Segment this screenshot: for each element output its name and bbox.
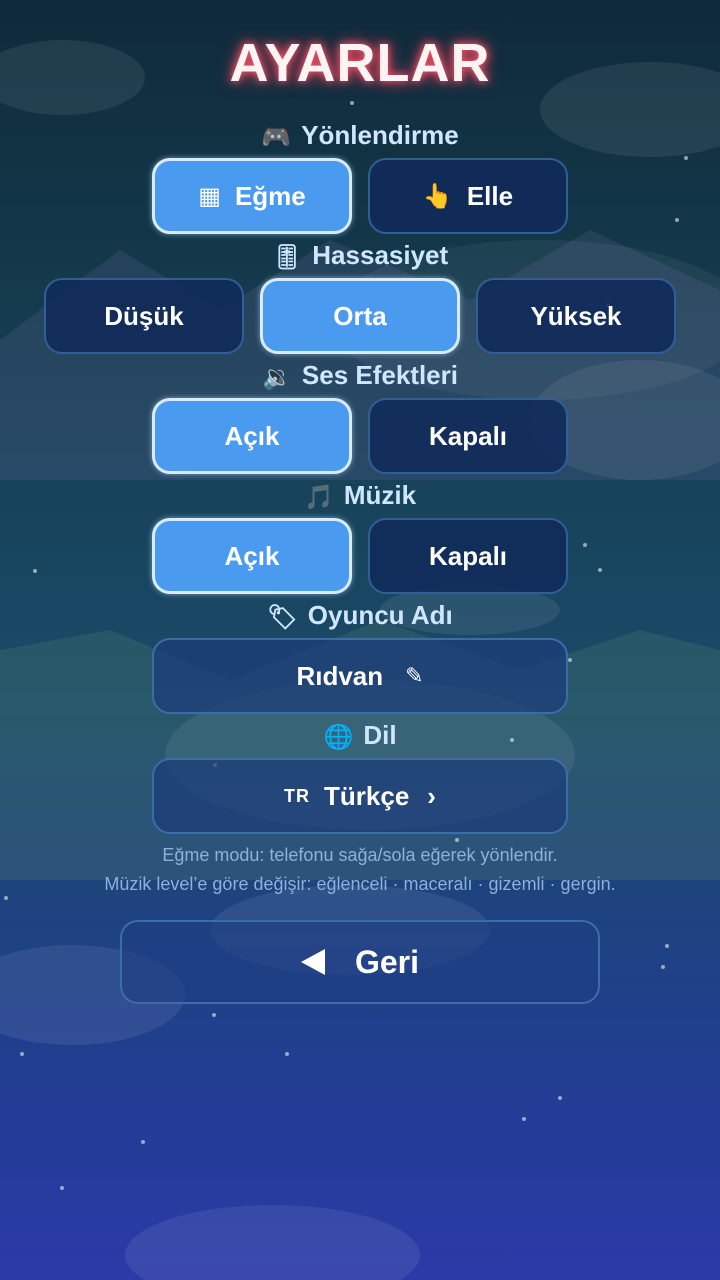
back-arrow-icon <box>300 949 325 975</box>
globe-icon: 🌐 <box>323 723 354 751</box>
gamepad-icon: 🎮 <box>261 123 292 151</box>
player-name-label: 🏷 Oyuncu Adı <box>267 600 453 631</box>
music-label: 🎵 Müzik <box>303 480 417 511</box>
sound-on-button[interactable]: Açık <box>152 398 352 474</box>
music-hint: Müzik level’e göre değişir: eğlenceli · … <box>104 874 616 894</box>
language-value: Türkçe <box>324 780 410 811</box>
slider-icon: 🎚 <box>271 243 303 271</box>
sensitivity-high-button[interactable]: Yüksek <box>476 278 676 354</box>
player-name-value: Rıdvan <box>296 660 384 691</box>
music-off-button[interactable]: Kapalı <box>368 518 568 594</box>
player-name-field[interactable]: Rıdvan ✎ <box>152 638 568 714</box>
sound-effects-label: 🔉 Ses Efektleri <box>262 360 458 391</box>
flag-tr-icon: TR <box>284 785 311 806</box>
manual-button[interactable]: 👆 Elle <box>368 158 568 234</box>
tag-icon: 🏷 <box>267 603 298 631</box>
tilt-hint: Eğme modu: telefonu sağa/sola eğerek yön… <box>162 845 558 865</box>
back-button[interactable]: Geri <box>120 920 600 1004</box>
language-selector[interactable]: TR Türkçe › <box>152 758 568 834</box>
orientation-label: 🎮 Yönlendirme <box>261 120 459 151</box>
sensitivity-low-button[interactable]: Düşük <box>44 278 244 354</box>
pencil-icon: ✎ <box>405 663 424 688</box>
tilt-button[interactable]: ▦ Eğme <box>152 158 352 234</box>
language-label: 🌐 Dil <box>323 720 397 751</box>
music-note-icon: 🎵 <box>303 483 334 511</box>
chevron-right-icon: › <box>427 780 436 811</box>
speaker-icon: 🔉 <box>262 363 292 391</box>
sensitivity-medium-button[interactable]: Orta <box>260 278 460 354</box>
pointing-hand-icon: 👆 <box>422 182 453 210</box>
music-on-button[interactable]: Açık <box>152 518 352 594</box>
sensitivity-label: 🎚 Hassasiyet <box>271 240 449 271</box>
tablet-icon: ▦ <box>198 182 221 210</box>
sound-off-button[interactable]: Kapalı <box>368 398 568 474</box>
page-title: AYARLAR <box>229 33 491 93</box>
